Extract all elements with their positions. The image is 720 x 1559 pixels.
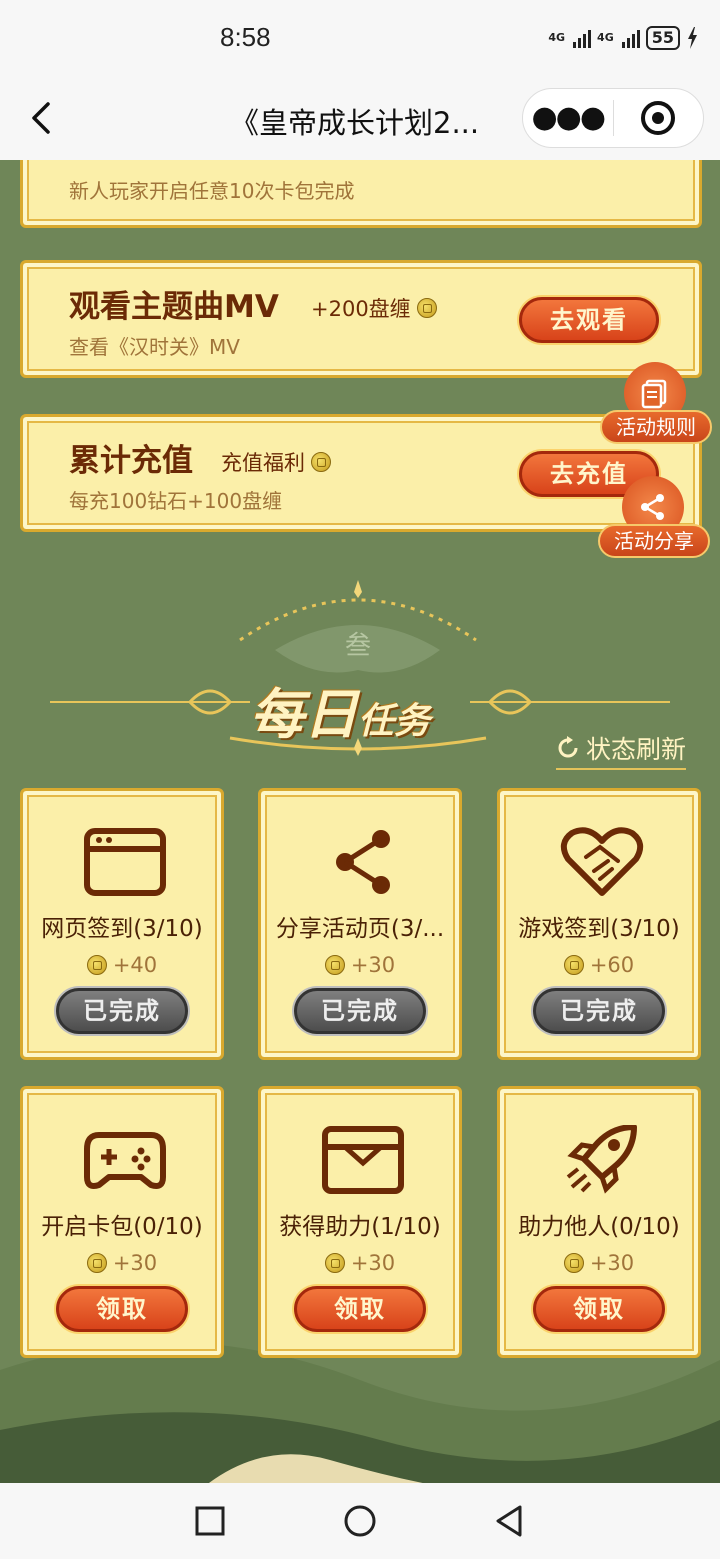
signal-icon	[573, 28, 592, 48]
activity-rules-label: 活动规则	[600, 410, 712, 444]
task-reward-text: +30	[112, 1251, 158, 1275]
daily-title-big: 每日	[250, 683, 358, 746]
home-circle-icon[interactable]	[342, 1503, 378, 1539]
network-label-2: 4G	[597, 31, 614, 44]
activity-content[interactable]: 新人玩家开启任意10次卡包完成 领取 观看主题曲MV +200盘缠 查看《汉时关…	[0, 160, 720, 1483]
task-label: 网页签到(3/10)	[41, 916, 203, 942]
completed-button: 已完成	[294, 988, 426, 1034]
wallet-icon	[322, 1126, 404, 1194]
task-desc: 新人玩家开启任意10次卡包完成	[69, 179, 355, 203]
refresh-icon	[558, 736, 578, 758]
task-title: 累计充值	[69, 443, 193, 479]
back-arrow-icon[interactable]	[24, 98, 64, 138]
status-time: 8:58	[220, 22, 271, 52]
daily-task-assist-others: 助力他人(0/10) +30 领取	[497, 1086, 701, 1358]
task-reward: 充值福利	[221, 447, 331, 477]
daily-task-open-packs: 开启卡包(0/10) +30 领取	[20, 1086, 224, 1358]
task-reward-text: 充值福利	[221, 451, 305, 475]
coin-icon	[311, 452, 331, 472]
task-reward: +30	[261, 1251, 459, 1275]
heart-handshake-icon	[560, 827, 644, 896]
claim-button[interactable]: 领取	[533, 1286, 665, 1332]
task-title: 观看主题曲MV	[69, 289, 279, 325]
task-label: 开启卡包(0/10)	[41, 1214, 203, 1240]
header-badge-glyph: 叁	[345, 631, 371, 661]
activity-rules-button[interactable]: 活动规则	[600, 362, 712, 448]
browser-window-icon	[84, 828, 166, 896]
mini-program-close-icon[interactable]	[614, 100, 704, 136]
task-reward: +30	[261, 953, 459, 977]
task-reward-text: +30	[589, 1251, 635, 1275]
daily-task-get-assist: 获得助力(1/10) +30 领取	[258, 1086, 462, 1358]
network-label-1: 4G	[548, 31, 566, 44]
task-label: 游戏签到(3/10)	[518, 916, 680, 942]
more-dots-icon[interactable]: ●●●	[523, 103, 613, 133]
charging-icon	[688, 27, 697, 49]
daily-task-web-checkin: 网页签到(3/10) +40 已完成	[20, 788, 224, 1060]
task-reward-text: +200盘缠	[311, 297, 411, 321]
refresh-label: 状态刷新	[586, 735, 687, 764]
task-reward: +40	[23, 953, 221, 977]
task-label: 分享活动页(3/...	[275, 916, 445, 942]
coin-icon	[563, 1253, 584, 1273]
back-triangle-icon[interactable]	[492, 1503, 528, 1539]
coin-icon	[86, 955, 107, 975]
task-card-open-packs: 新人玩家开启任意10次卡包完成 领取	[20, 160, 702, 228]
task-reward-text: +30	[350, 1251, 396, 1275]
coin-icon	[324, 1253, 345, 1273]
task-reward: +200盘缠	[311, 293, 437, 323]
task-reward-text: +30	[350, 953, 396, 977]
task-label: 助力他人(0/10)	[518, 1214, 680, 1240]
task-card-watch-mv: 观看主题曲MV +200盘缠 查看《汉时关》MV 去观看	[20, 260, 702, 378]
task-reward: +30	[23, 1251, 221, 1275]
watch-button[interactable]: 去观看	[519, 297, 659, 343]
system-navigation-bar	[0, 1483, 720, 1559]
mini-program-capsule: ●●●	[522, 88, 704, 148]
claim-button[interactable]: 领取	[56, 1286, 188, 1332]
status-bar: 8:58 4G 4G 55	[0, 0, 720, 80]
daily-task-share-page: 分享活动页(3/... +30 已完成	[258, 788, 462, 1060]
battery-icon: 55	[645, 26, 680, 50]
battery-level: 55	[651, 28, 674, 47]
task-desc: 每充100钻石+100盘缠	[69, 489, 283, 513]
task-reward-text: +40	[112, 953, 158, 977]
task-reward: +60	[500, 953, 698, 977]
page-title: 《皇帝成长计划2...	[230, 106, 480, 140]
claim-button[interactable]: 领取	[294, 1286, 426, 1332]
share-icon	[336, 830, 390, 894]
daily-task-game-checkin: 游戏签到(3/10) +60 已完成	[497, 788, 701, 1060]
task-desc: 查看《汉时关》MV	[69, 335, 240, 359]
rocket-icon	[566, 1125, 637, 1194]
completed-button: 已完成	[56, 988, 188, 1034]
signal-icon-2	[621, 28, 640, 48]
daily-tasks-title: 每日任务	[250, 670, 430, 749]
task-reward-text: +60	[589, 953, 635, 977]
status-refresh-button[interactable]: 状态刷新	[556, 730, 687, 770]
nav-bar: 《皇帝成长计划2... ●●●	[0, 80, 720, 160]
coin-icon	[416, 298, 437, 318]
coin-icon	[324, 955, 345, 975]
daily-title-small: 任务	[358, 701, 431, 742]
completed-button: 已完成	[533, 988, 665, 1034]
gamepad-icon	[84, 1132, 166, 1189]
coin-icon	[563, 955, 584, 975]
activity-share-button[interactable]: 活动分享	[598, 476, 710, 562]
task-label: 获得助力(1/10)	[279, 1214, 441, 1240]
coin-icon	[86, 1253, 107, 1273]
recents-square-icon[interactable]	[192, 1503, 228, 1539]
task-reward: +30	[500, 1251, 698, 1275]
activity-share-label: 活动分享	[598, 524, 710, 558]
status-indicators: 4G 4G 55	[548, 26, 698, 50]
